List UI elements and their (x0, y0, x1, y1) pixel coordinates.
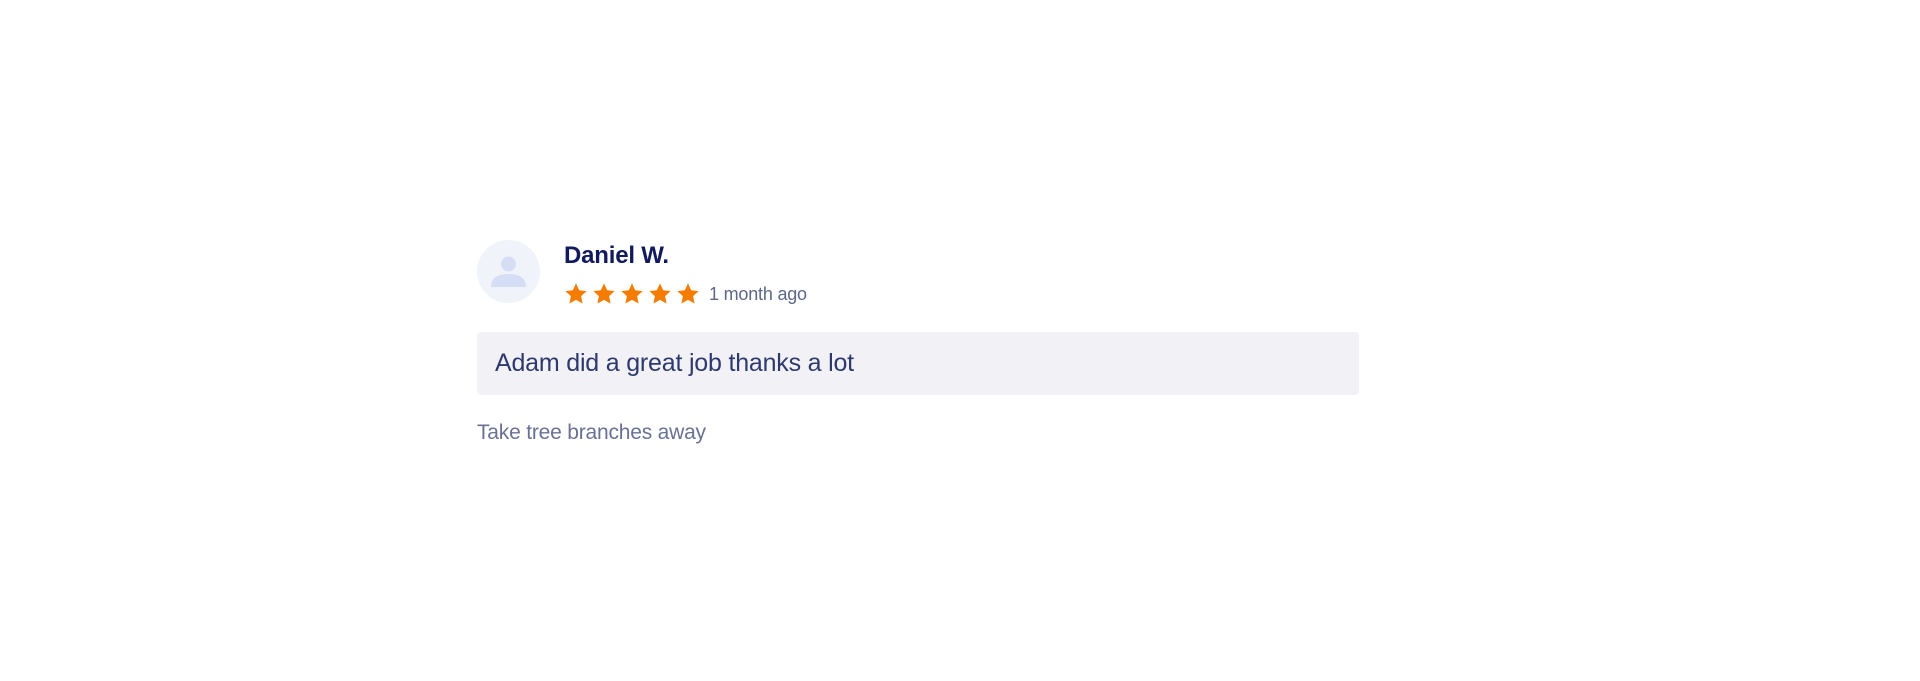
star-rating (563, 281, 703, 307)
star-icon (563, 281, 589, 307)
user-icon (491, 256, 526, 287)
review-job-title: Take tree branches away (477, 421, 706, 444)
avatar (477, 240, 540, 303)
review-time: 1 month ago (709, 283, 807, 304)
reviewer-name: Daniel W. (564, 242, 669, 269)
star-icon (647, 281, 673, 307)
star-icon (675, 281, 701, 307)
review-header: Daniel W. 1 month ago (477, 240, 1359, 304)
review-card: Daniel W. 1 month ago Adam did a great j… (477, 240, 1359, 444)
star-icon (591, 281, 617, 307)
review-comment-box: Adam did a great job thanks a lot (477, 332, 1359, 395)
star-icon (619, 281, 645, 307)
rating-row: 1 month ago (563, 280, 807, 308)
review-comment: Adam did a great job thanks a lot (495, 349, 854, 377)
